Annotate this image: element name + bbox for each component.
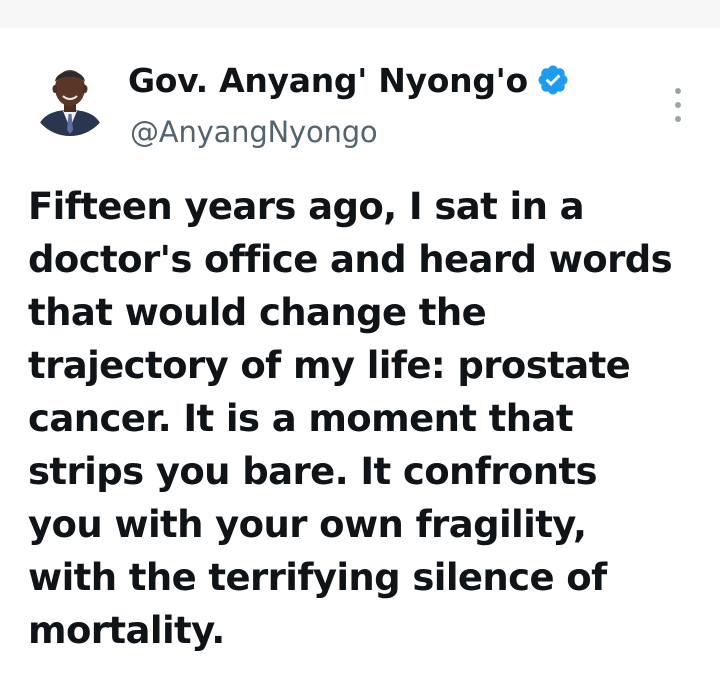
more-vertical-icon[interactable] bbox=[668, 88, 688, 122]
tweet-text-line: with the terrifying silence of bbox=[28, 556, 607, 599]
more-dot bbox=[675, 116, 681, 122]
verified-badge-icon[interactable] bbox=[536, 63, 570, 97]
more-dot bbox=[675, 102, 681, 108]
more-dot bbox=[675, 88, 681, 94]
tweet-text-line: Fifteen years ago, I sat in a bbox=[28, 185, 585, 228]
author-name-row[interactable]: Gov. Anyang' Nyong'o bbox=[128, 60, 570, 100]
tweet-text-line: strips you bare. It confronts bbox=[28, 450, 598, 493]
author-display-name[interactable]: Gov. Anyang' Nyong'o bbox=[128, 61, 528, 100]
avatar-photo-icon bbox=[30, 56, 110, 136]
tweet-text-line: doctor's office and heard words bbox=[28, 238, 673, 281]
tweet-text-line: trajectory of my life: prostate bbox=[28, 344, 631, 387]
tweet-text-line: you with your own fragility, bbox=[28, 503, 587, 546]
tweet-text-line: mortality. bbox=[28, 609, 225, 652]
tweet-text-line: cancer. It is a moment that bbox=[28, 397, 574, 440]
status-bar-strip bbox=[0, 0, 720, 28]
author-handle[interactable]: @AnyangNyongo bbox=[130, 115, 378, 149]
tweet-text: Fifteen years ago, I sat in a doctor's o… bbox=[28, 180, 708, 657]
tweet-text-line: that would change the bbox=[28, 291, 487, 334]
author-avatar[interactable] bbox=[30, 56, 110, 136]
